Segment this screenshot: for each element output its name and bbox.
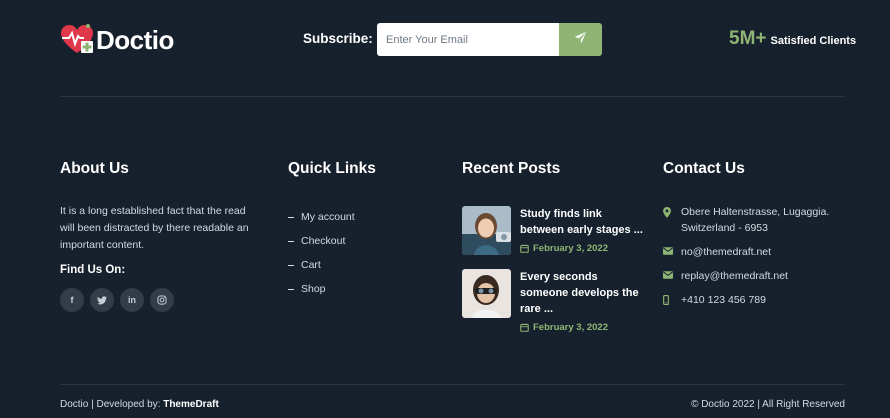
linkedin-icon[interactable]: in [120, 288, 144, 312]
twitter-icon[interactable] [90, 288, 114, 312]
post-title[interactable]: Study finds link between early stages ..… [520, 206, 648, 238]
email-link[interactable]: no@themedraft.net [681, 244, 771, 260]
subscribe-label: Subscribe: [303, 31, 373, 46]
quick-link-label: Shop [301, 283, 326, 295]
post-title[interactable]: Every seconds someone develops the rare … [520, 269, 648, 317]
contact-list: Obere Haltenstrasse, Lugaggia. Switzerla… [663, 204, 845, 316]
email-link[interactable]: replay@themedraft.net [681, 268, 788, 284]
envelope-icon [663, 244, 681, 255]
social-links: f in [60, 288, 174, 312]
address-text: Obere Haltenstrasse, Lugaggia. Switzerla… [681, 206, 830, 234]
facebook-icon[interactable]: f [60, 288, 84, 312]
post-date: February 3, 2022 [520, 322, 648, 333]
calendar-icon [520, 323, 529, 332]
email-input[interactable] [377, 23, 559, 56]
quick-link-label: My account [301, 211, 355, 223]
map-pin-icon [663, 204, 681, 218]
brand-logo[interactable]: Doctio [60, 22, 174, 58]
quick-link-cart[interactable]: Cart [288, 253, 355, 277]
footer-credit-text: Doctio | Developed by: [60, 399, 161, 410]
mobile-phone-icon [663, 292, 681, 305]
contact-email: no@themedraft.net [663, 244, 845, 260]
post-thumbnail[interactable] [462, 269, 511, 318]
recent-post: Study finds link between early stages ..… [462, 206, 647, 255]
quick-link-label: Cart [301, 259, 321, 271]
post-thumbnail[interactable] [462, 206, 511, 255]
quick-link-shop[interactable]: Shop [288, 277, 355, 301]
recent-post: Every seconds someone develops the rare … [462, 269, 647, 333]
clients-stat: 5M+ Satisfied Clients [729, 28, 856, 50]
quick-link-checkout[interactable]: Checkout [288, 229, 355, 253]
bottom-divider [60, 384, 845, 385]
calendar-icon [520, 244, 529, 253]
subscribe-button[interactable] [559, 23, 602, 56]
contact-email: replay@themedraft.net [663, 268, 845, 284]
find-us-label: Find Us On: [60, 264, 126, 276]
heart-pulse-icon [60, 23, 94, 57]
quick-links-title: Quick Links [288, 160, 376, 177]
post-date-text: February 3, 2022 [533, 322, 608, 333]
paper-plane-icon [574, 31, 587, 49]
copyright-text: © Doctio 2022 | All Right Reserved [691, 399, 845, 410]
envelope-icon [663, 268, 681, 279]
phone-link[interactable]: +410 123 456 789 [681, 292, 766, 308]
dash-icon [288, 288, 294, 290]
developer-link[interactable]: ThemeDraft [163, 399, 219, 410]
dash-icon [288, 216, 294, 218]
top-divider [60, 96, 845, 97]
brand-name: Doctio [96, 24, 174, 55]
footer-credit: Doctio | Developed by: ThemeDraft [60, 399, 219, 410]
quick-links-list: My account Checkout Cart Shop [288, 205, 355, 301]
recent-posts-title: Recent Posts [462, 160, 561, 177]
post-date: February 3, 2022 [520, 243, 648, 254]
post-date-text: February 3, 2022 [533, 243, 608, 254]
dash-icon [288, 264, 294, 266]
quick-link-label: Checkout [301, 235, 346, 247]
instagram-icon[interactable] [150, 288, 174, 312]
about-title: About Us [60, 160, 129, 177]
contact-address: Obere Haltenstrasse, Lugaggia. Switzerla… [663, 204, 845, 236]
stat-number: 5M+ [729, 28, 767, 49]
quick-link-my-account[interactable]: My account [288, 205, 355, 229]
contact-title: Contact Us [663, 160, 745, 177]
dash-icon [288, 240, 294, 242]
stat-label: Satisfied Clients [770, 35, 857, 47]
contact-phone: +410 123 456 789 [663, 292, 845, 308]
about-text: It is a long established fact that the r… [60, 205, 249, 251]
